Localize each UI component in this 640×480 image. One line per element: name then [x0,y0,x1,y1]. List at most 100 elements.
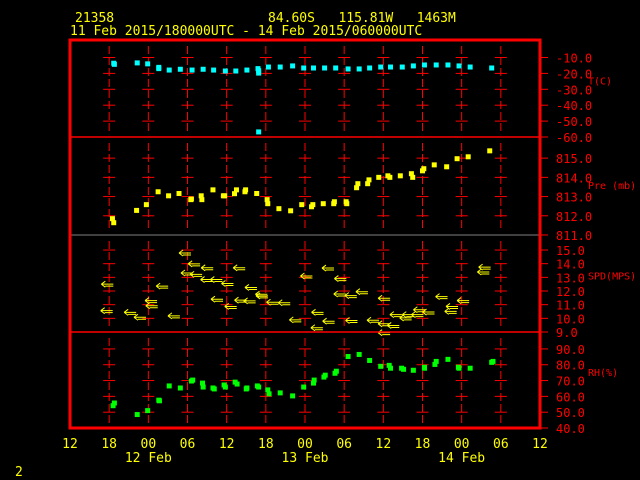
temp-point [433,62,439,68]
pressure-point [222,193,228,199]
temp-point [310,65,316,71]
rh-point [367,357,373,363]
pressure-point [344,201,350,207]
rh-point [378,363,384,369]
wind-arrow-point [322,317,335,325]
axis-tick-label-speed: 13.0 [556,271,585,285]
wind-arrow-point [155,282,169,290]
pressure-point [188,196,194,202]
x-tick-label: 06 [493,437,509,452]
rh-point [156,398,162,404]
wind-arrow-point [389,311,402,319]
rh-point [190,377,196,383]
rh-point [467,365,473,371]
temp-point [367,65,373,71]
axis-tick-label-speed: 15.0 [556,244,585,258]
pressure-point [387,174,393,180]
x-tick-label: 12 [62,437,78,452]
wind-arrow-point [321,264,334,272]
temp-point [189,67,195,73]
pressure-point [331,199,337,205]
panel-label-temp: T(C) [588,77,612,88]
temp-point [222,68,228,74]
pressure-point [465,154,471,160]
rh-point [311,377,317,383]
rh-point [234,381,240,387]
temp-point [421,62,427,68]
temp-point [399,64,405,70]
pressure-point [155,189,161,195]
x-tick-label: 12 [376,437,392,452]
temp-point [256,129,262,135]
wind-arrow-point [277,299,291,307]
pressure-point [199,197,205,203]
axis-tick-label-rh: 40.0 [556,422,585,436]
pressure-point [210,187,216,193]
temp-point [166,67,172,73]
axis-tick-label-temp: -20.0 [556,67,592,81]
pressure-point [233,187,239,193]
pressure-point [410,174,416,180]
rh-point [111,400,117,406]
pressure-point [299,202,305,208]
temp-point [378,64,384,70]
wind-arrow-point [435,293,448,301]
pressure-point [111,220,117,226]
pressure-point [176,190,182,196]
wind-arrow-point [101,280,114,288]
x-day-label: 12 Feb [125,451,172,466]
panel-label-rh: RH(%) [588,368,618,379]
wind-arrow-point [145,302,158,310]
temp-point [244,67,250,73]
wind-arrow-point [100,307,113,315]
temp-point [134,60,140,66]
wind-arrow-point [232,264,246,272]
wind-arrow-point [311,308,324,316]
axis-tick-label-speed: 11.0 [556,299,585,313]
wind-arrow-point [178,249,192,257]
temp-point [111,61,117,67]
temp-point [277,64,283,70]
panel-label-speed: SPD(MPS) [588,272,636,283]
axis-tick-label-temp: -10.0 [556,51,592,65]
x-day-label: 13 Feb [282,451,329,466]
pressure-point [355,181,361,187]
x-tick-label: 06 [180,437,196,452]
wind-arrow-point [133,313,146,321]
wind-arrow-point [289,316,302,324]
axis-tick-label-rh: 60.0 [556,390,585,404]
x-tick-label: 18 [258,437,274,452]
axis-tick-label-pressure: 814.0 [556,171,592,185]
rh-point [256,384,262,390]
temp-point [256,70,262,76]
temp-point [301,65,307,71]
x-tick-label: 00 [454,437,470,452]
meteogram-chart: -10.0 -20.0 -30.0 -40.0 -50.0 -60.0 T(C) 811.0 8… [62,38,636,466]
panel-label-pressure: Pre (mb) [588,181,636,192]
temp-point [233,68,239,74]
rh-point [333,368,339,374]
rh-point [456,365,462,371]
pressure-point [366,177,372,183]
pressure-point [376,174,382,180]
wind-arrow-point [300,272,313,280]
temp-point [211,67,217,73]
rh-point [211,386,217,392]
axis-tick-label-rh: 90.0 [556,343,585,357]
rh-point [388,365,394,371]
axis-tick-label-pressure: 815.0 [556,152,592,166]
axis-tick-label-temp: -50.0 [556,115,592,129]
wind-arrow-point [221,280,234,287]
wind-arrow-point [210,295,223,303]
temp-point [290,63,296,69]
wind-arrow-point [444,307,457,315]
rh-point [433,358,439,364]
wind-arrow-point [477,268,490,276]
wind-arrow-point [243,297,256,305]
wind-arrow-point [167,312,180,320]
wind-arrow-point [310,324,323,332]
temp-point [456,63,462,69]
rh-point [134,412,140,418]
pressure-point [288,208,294,214]
wind-arrow-point [144,297,158,304]
